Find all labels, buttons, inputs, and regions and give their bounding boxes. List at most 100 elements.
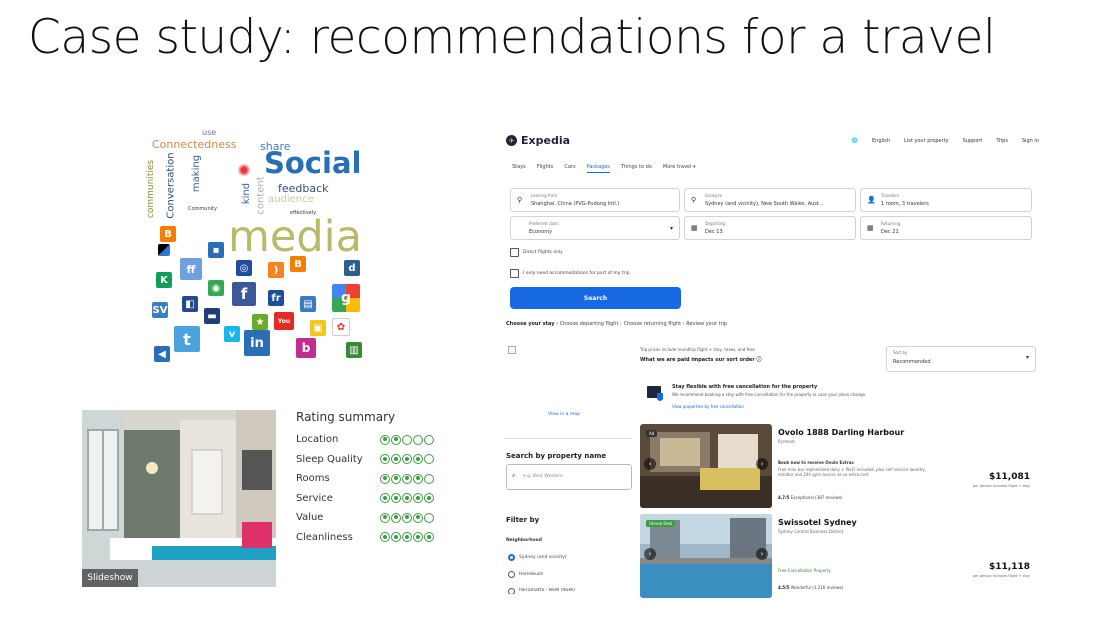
empty-bubble-icon (424, 454, 434, 465)
hotel-card[interactable]: Ad ‹ › Ovolo 1888 Darling Harbour Pyrmon… (640, 424, 1034, 508)
slide-title: Case study: recommendations for a travel (28, 10, 996, 65)
rating-bubbles (380, 532, 434, 543)
empty-bubble-icon (424, 473, 434, 484)
nav-list-property[interactable]: List your property (904, 138, 949, 144)
expedia-logo[interactable]: ✈ Expedia (506, 134, 570, 147)
word-making: making (191, 154, 203, 193)
bookmark-icon: ▣ (310, 320, 326, 336)
tab-flights[interactable]: Flights (537, 164, 554, 173)
expedia-logo-icon: ✈ (506, 135, 517, 146)
filled-bubble-icon (402, 493, 412, 504)
flickr-icon: fr (268, 290, 284, 306)
radio-homebush[interactable]: Homebush (508, 571, 543, 578)
youtube-icon: You (274, 312, 294, 330)
sort-by-select[interactable]: Sort by Recommended ▾ (886, 346, 1036, 372)
returning-date-field[interactable]: ▦ Returning Dec 21 (860, 216, 1032, 240)
info-icon[interactable]: ⓘ (757, 357, 762, 363)
nav-trips[interactable]: Trips (996, 138, 1008, 144)
slideshow-button[interactable]: Slideshow (82, 569, 138, 587)
friendfeed-icon: ff (180, 258, 202, 280)
foursquare-icon: ◀ (154, 346, 170, 362)
radio-circle[interactable] (508, 571, 515, 578)
partial-stay-label: I only need accommodations for part of m… (523, 271, 630, 276)
filled-bubble-icon (391, 434, 401, 445)
tab-things-to-do[interactable]: Things to do (621, 164, 652, 173)
price-note: per person includes flight + stay (972, 484, 1030, 488)
next-image-icon[interactable]: › (756, 458, 768, 470)
filled-bubble-icon (413, 512, 423, 523)
travelers-field[interactable]: 👤 Travelers 1 room, 3 travelers (860, 188, 1032, 212)
hotel-price: $11,081 (989, 472, 1030, 482)
location-pin-icon: ⚲ (517, 196, 523, 204)
rating-summary: Rating summary Location Sleep Quality Room… (296, 410, 446, 547)
word-community: Community (188, 206, 217, 212)
radio-circle[interactable] (508, 554, 515, 561)
word-use: use (202, 128, 217, 137)
filled-bubble-icon (413, 473, 423, 484)
rating-row: Cleanliness (296, 528, 446, 548)
rating-row: Location (296, 430, 446, 450)
delicious-blue-icon: ◧ (182, 296, 198, 312)
search-button[interactable]: Search (510, 287, 681, 309)
radio-circle[interactable] (508, 588, 515, 594)
filled-bubble-icon (380, 512, 390, 523)
leaving-from-field[interactable]: ⚲ Leaving from Shanghai, China (PVG-Pudo… (510, 188, 680, 212)
travelers-value: 1 room, 3 travelers (881, 201, 929, 207)
previous-image-icon[interactable]: ‹ (644, 458, 656, 470)
radio-parramatta[interactable]: Parramatta - NSW (NSW) (508, 588, 575, 594)
myspace-green-icon: ★ (252, 314, 268, 330)
word-media: media (228, 212, 362, 262)
direct-flights-checkbox[interactable]: Direct flights only (510, 248, 563, 257)
rating-row: Sleep Quality (296, 450, 446, 470)
tab-more-travel[interactable]: More travel ▾ (663, 164, 696, 173)
rating-label: Value (296, 512, 324, 524)
checkbox-box[interactable] (510, 269, 519, 278)
rating-bubbles (380, 473, 434, 484)
hotel-photo[interactable]: Unreal Deal ‹ › (640, 514, 772, 598)
radio-sydney[interactable]: Sydney (and vicinity) (508, 554, 567, 561)
filled-bubble-icon (402, 532, 412, 543)
hotel-room-photo[interactable]: Slideshow (82, 410, 276, 587)
linkedin-icon: in (244, 330, 270, 356)
filled-bubble-icon (380, 454, 390, 465)
stumbleupon-icon: SV (152, 302, 168, 318)
search-by-name-heading: Search by property name (506, 452, 607, 460)
tab-stays[interactable]: Stays (512, 164, 526, 173)
calendar-icon: ▦ (691, 224, 698, 232)
word-content: content (255, 176, 267, 215)
nav-support[interactable]: Support (963, 138, 983, 144)
tab-packages[interactable]: Packages (586, 164, 610, 173)
filled-bubble-icon (402, 454, 412, 465)
myspace-icon: ◎ (236, 260, 252, 276)
filled-bubble-icon (380, 473, 390, 484)
going-to-field[interactable]: ⚲ Going to Sydney (and vicinity), New So… (684, 188, 856, 212)
nav-sign-in[interactable]: Sign in (1022, 138, 1039, 144)
view-in-map-link[interactable]: View in a map (548, 412, 580, 417)
tab-cars[interactable]: Cars (564, 164, 575, 173)
hotel-photo[interactable]: Ad ‹ › (640, 424, 772, 508)
blue-square-icon: ▪ (208, 242, 224, 258)
departing-date-field[interactable]: ▦ Departing Dec 13 (684, 216, 856, 240)
nav-english[interactable]: English (872, 138, 890, 144)
word-conversation: Conversation (165, 152, 177, 219)
checkbox-box[interactable] (510, 248, 519, 257)
previous-image-icon[interactable]: ‹ (644, 548, 656, 560)
filled-bubble-icon (424, 532, 434, 543)
free-cancel-link[interactable]: View properties by free cancellation (672, 404, 744, 409)
filled-bubble-icon (391, 473, 401, 484)
rating-row: Value (296, 508, 446, 528)
hotel-name[interactable]: Ovolo 1888 Darling Harbour (778, 428, 904, 437)
promo-title: Book now to receive Ovolo Extras (778, 460, 854, 465)
filled-bubble-icon (413, 532, 423, 543)
hotel-name[interactable]: Swissotel Sydney (778, 518, 857, 527)
cabin-class-select[interactable]: Preferred class Economy ▾ (510, 216, 680, 240)
partial-stay-checkbox[interactable]: I only need accommodations for part of m… (510, 269, 630, 278)
step-choose-stay[interactable]: Choose your stay (506, 321, 555, 327)
property-name-input[interactable]: ⌕ e.g. Best Western (506, 464, 632, 490)
word-social: Social (264, 146, 362, 180)
rating-row: Rooms (296, 469, 446, 489)
hotel-card[interactable]: Unreal Deal ‹ › Swissotel Sydney Sydney … (640, 514, 1034, 598)
next-image-icon[interactable]: › (756, 548, 768, 560)
map-placeholder-image (508, 346, 516, 354)
neighborhood-heading: Neighborhood (506, 538, 542, 543)
